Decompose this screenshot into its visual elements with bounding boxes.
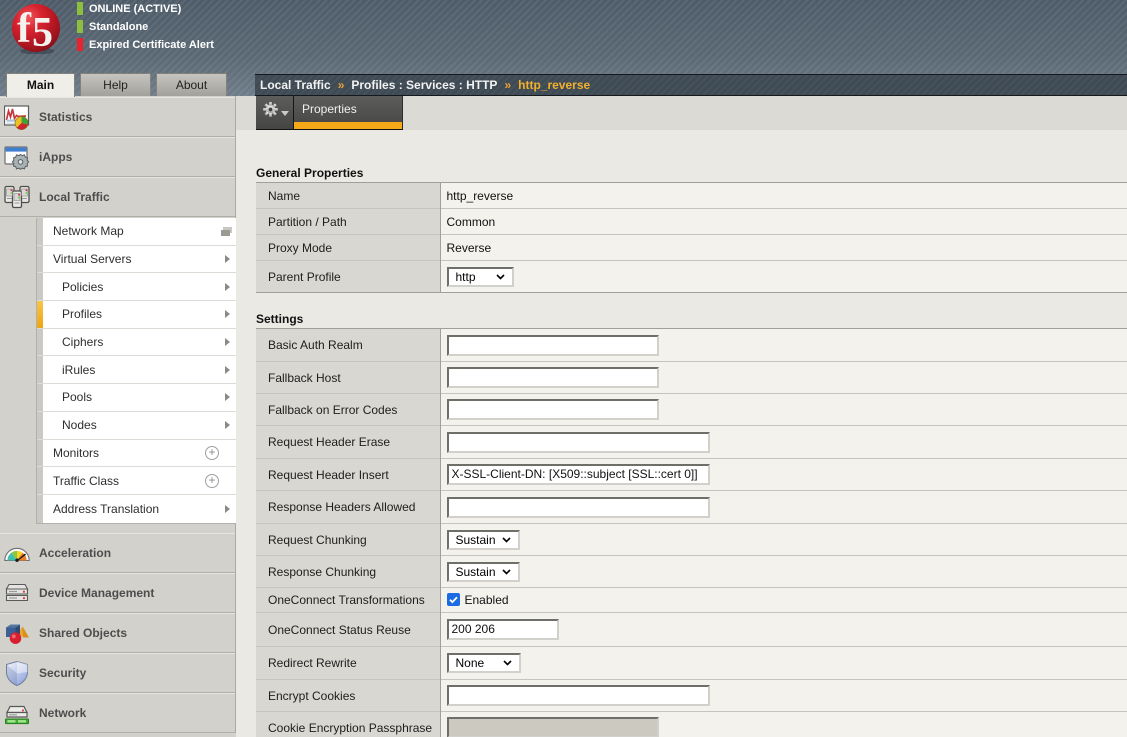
- svg-text:f: f: [17, 6, 32, 52]
- svg-text:5: 5: [32, 10, 53, 54]
